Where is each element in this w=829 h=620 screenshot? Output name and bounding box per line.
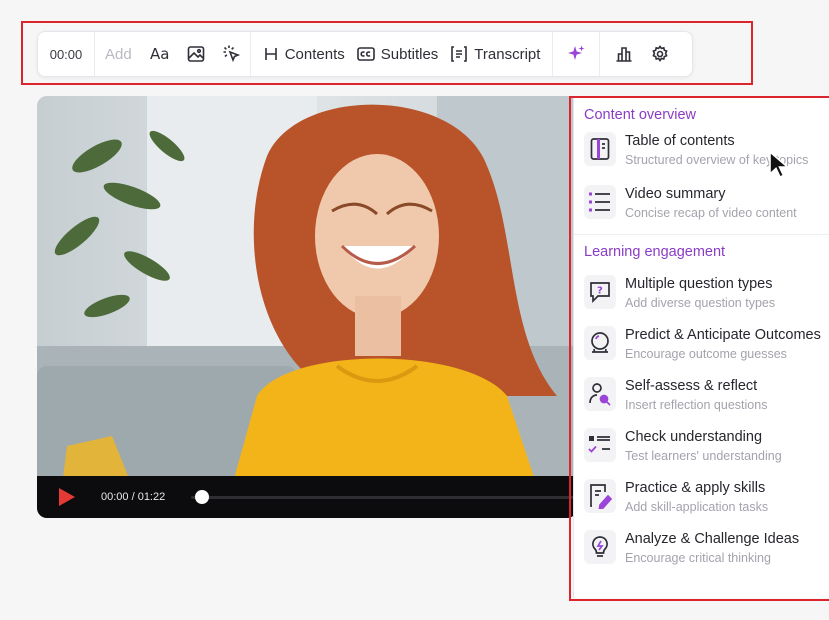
image-icon[interactable] bbox=[178, 36, 214, 72]
timestamp: 00:00 bbox=[49, 46, 83, 62]
lightbulb-icon bbox=[584, 530, 616, 564]
menu-item-multiple-question-types[interactable]: ? Multiple question types Add diverse qu… bbox=[574, 275, 829, 312]
contents-label: Contents bbox=[284, 45, 345, 63]
menu-item-title: Multiple question types bbox=[625, 276, 773, 292]
menu-item-subtitle: Encourage critical thinking bbox=[625, 551, 771, 565]
contents-button[interactable]: Contents bbox=[257, 36, 351, 72]
content-group: Contents Subtitles Transcript bbox=[251, 32, 547, 76]
play-icon[interactable] bbox=[55, 486, 77, 508]
menu-item-title: Practice & apply skills bbox=[625, 480, 766, 496]
menu-item-check-understanding[interactable]: Check understanding Test learners' under… bbox=[574, 428, 829, 465]
section-title-content-overview: Content overview bbox=[584, 107, 697, 123]
gear-icon[interactable] bbox=[642, 36, 678, 72]
menu-item-subtitle: Add diverse question types bbox=[625, 296, 776, 310]
menu-item-title: Self-assess & reflect bbox=[625, 378, 758, 394]
transcript-icon bbox=[451, 46, 468, 62]
analytics-group bbox=[600, 32, 678, 76]
sparkle-icon[interactable] bbox=[558, 36, 594, 72]
menu-item-title: Predict & Anticipate Outcomes bbox=[625, 327, 821, 343]
subtitles-button[interactable]: Subtitles bbox=[351, 36, 445, 72]
edit-document-icon bbox=[584, 479, 616, 513]
transcript-label: Transcript bbox=[474, 45, 541, 63]
menu-item-practice-apply[interactable]: Practice & apply skills Add skill-applic… bbox=[574, 479, 829, 516]
menu-item-table-of-contents[interactable]: Table of contents Structured overview of… bbox=[574, 132, 829, 169]
menu-item-subtitle: Insert reflection questions bbox=[625, 398, 768, 412]
heading-icon bbox=[264, 48, 277, 60]
menu-item-predict-anticipate[interactable]: Predict & Anticipate Outcomes Encourage … bbox=[574, 326, 829, 363]
crystal-ball-icon bbox=[584, 326, 616, 360]
book-icon bbox=[584, 132, 616, 166]
text-style-icon[interactable]: Aa bbox=[142, 36, 178, 72]
menu-item-title: Table of contents bbox=[625, 133, 735, 149]
menu-item-subtitle: Add skill-application tasks bbox=[625, 500, 769, 514]
add-label: Add bbox=[105, 45, 132, 63]
ai-content-menu: Content overview Table of contents Struc… bbox=[573, 98, 829, 598]
editor-toolbar: 00:00 Add Aa Contents Subtitles Transcri… bbox=[37, 31, 693, 77]
ai-group bbox=[553, 32, 599, 76]
player-time: 00:00 / 01:22 bbox=[101, 491, 166, 503]
menu-item-title: Video summary bbox=[625, 186, 726, 202]
svg-text:Aa: Aa bbox=[150, 45, 169, 63]
checklist-icon bbox=[584, 428, 616, 462]
menu-item-analyze-challenge[interactable]: Analyze & Challenge Ideas Encourage crit… bbox=[574, 530, 829, 567]
menu-item-subtitle: Encourage outcome guesses bbox=[625, 347, 787, 361]
chart-icon[interactable] bbox=[606, 36, 642, 72]
progress-track[interactable] bbox=[191, 489, 577, 504]
progress-thumb[interactable] bbox=[195, 489, 209, 504]
person-search-icon bbox=[584, 377, 616, 411]
menu-item-subtitle: Test learners' understanding bbox=[625, 449, 782, 463]
question-icon: ? bbox=[584, 275, 616, 309]
video-player[interactable]: 00:00 / 01:22 bbox=[37, 96, 577, 518]
subtitles-icon bbox=[356, 47, 375, 61]
transcript-button[interactable]: Transcript bbox=[444, 36, 546, 72]
video-frame bbox=[37, 96, 577, 518]
menu-item-video-summary[interactable]: Video summary Concise recap of video con… bbox=[574, 185, 829, 222]
menu-item-title: Analyze & Challenge Ideas bbox=[625, 531, 800, 547]
menu-item-self-assess[interactable]: Self-assess & reflect Insert reflection … bbox=[574, 377, 829, 414]
subtitles-label: Subtitles bbox=[380, 45, 439, 63]
interactive-click-icon[interactable] bbox=[214, 36, 250, 72]
player-controls: 00:00 / 01:22 bbox=[37, 476, 577, 518]
add-group: Add Aa bbox=[95, 32, 250, 76]
menu-item-title: Check understanding bbox=[625, 429, 763, 445]
menu-item-subtitle: Concise recap of video content bbox=[625, 206, 797, 220]
list-icon bbox=[584, 185, 616, 219]
svg-text:?: ? bbox=[597, 286, 603, 297]
section-title-learning-engagement: Learning engagement bbox=[584, 244, 726, 260]
menu-item-subtitle: Structured overview of key topics bbox=[625, 153, 809, 167]
